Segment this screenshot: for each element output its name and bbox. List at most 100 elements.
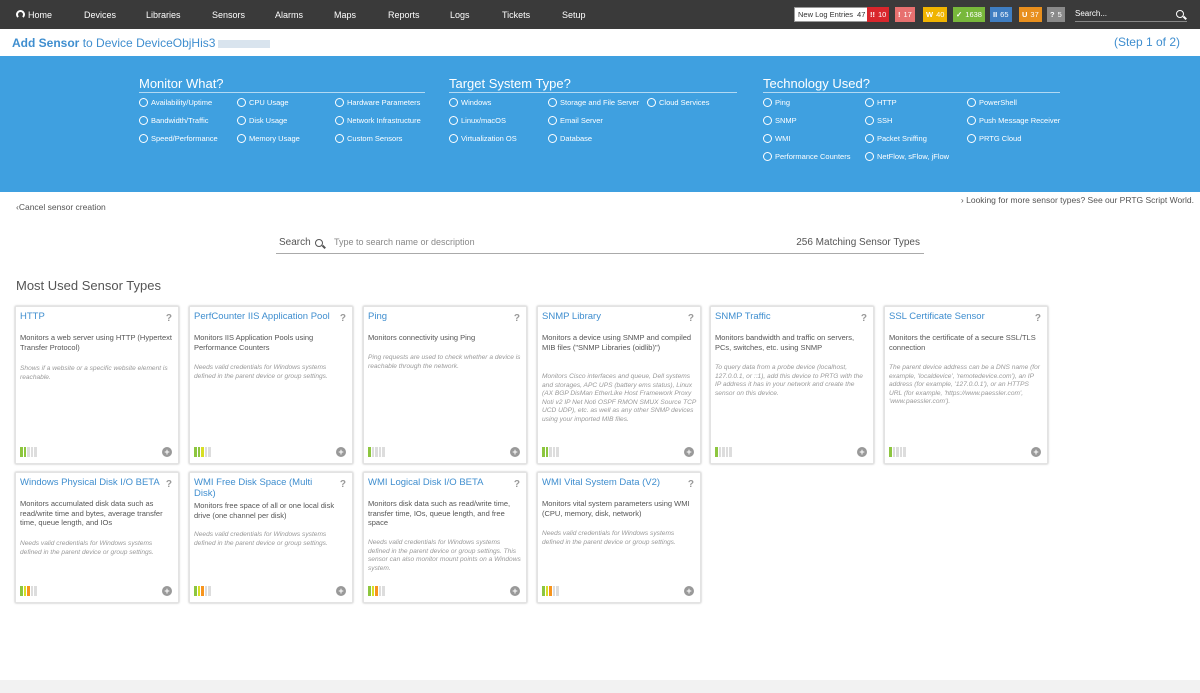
add-sensor-icon[interactable]: + (510, 586, 520, 596)
radio-icon (967, 98, 976, 107)
filter-http[interactable]: HTTP (865, 98, 897, 107)
option-label: Storage and File Server (560, 98, 640, 107)
filter-hardware[interactable]: Hardware Parameters (335, 98, 420, 107)
radio-icon (237, 134, 246, 143)
filter-powershell[interactable]: PowerShell (967, 98, 1017, 107)
search-icon[interactable] (314, 238, 323, 247)
help-icon[interactable]: ? (166, 313, 172, 324)
nav-tickets[interactable]: Tickets (502, 0, 530, 29)
impact-bar-icon (20, 586, 23, 596)
help-icon[interactable]: ? (688, 313, 694, 324)
filter-bandwidth[interactable]: Bandwidth/Traffic (139, 116, 209, 125)
nav-reports[interactable]: Reports (388, 0, 420, 29)
sensor-card-http[interactable]: HTTP ? Monitors a web server using HTTP … (15, 306, 179, 464)
add-sensor-icon[interactable]: + (336, 586, 346, 596)
add-sensor-icon[interactable]: + (510, 447, 520, 457)
option-label: SSH (877, 116, 893, 125)
impact-bar-icon (378, 447, 381, 457)
badge-warning[interactable]: W 40 (923, 7, 948, 22)
filter-wmi[interactable]: WMI (763, 134, 790, 143)
impact-bar-icon (23, 586, 26, 596)
filter-availability[interactable]: Availability/Uptime (139, 98, 212, 107)
prtg-script-world-link[interactable]: › Looking for more sensor types? See our… (961, 195, 1194, 205)
help-icon[interactable]: ? (861, 313, 867, 324)
cancel-sensor-creation-link[interactable]: ‹Cancel sensor creation (16, 202, 106, 212)
sensor-card-wmi-vital-system[interactable]: WMI Vital System Data (V2) ? Monitors vi… (537, 472, 701, 603)
filter-virtualization[interactable]: Virtualization OS (449, 134, 517, 143)
filter-storage[interactable]: Storage and File Server (548, 98, 639, 107)
nav-sensors[interactable]: Sensors (212, 0, 245, 29)
filter-disk[interactable]: Disk Usage (237, 116, 287, 125)
help-icon[interactable]: ? (340, 479, 346, 490)
badge-unusual[interactable]: U 37 (1019, 7, 1042, 22)
nav-devices[interactable]: Devices (84, 0, 116, 29)
badge-down-partial[interactable]: ! 17 (895, 7, 915, 22)
card-note: To query data from a probe device (local… (715, 364, 863, 397)
badge-down[interactable]: !! 10 (867, 7, 890, 22)
sensor-card-windows-physical-disk[interactable]: Windows Physical Disk I/O BETA ? Monitor… (15, 472, 179, 603)
badge-paused[interactable]: II 65 (990, 7, 1012, 22)
filter-cloud-services[interactable]: Cloud Services (647, 98, 709, 107)
help-icon[interactable]: ? (340, 313, 346, 324)
performance-impact-bars (20, 447, 38, 457)
radio-icon (449, 98, 458, 107)
impact-bar-icon (556, 586, 559, 596)
help-icon[interactable]: ? (514, 479, 520, 490)
nav-setup[interactable]: Setup (562, 0, 586, 29)
filter-ssh[interactable]: SSH (865, 116, 892, 125)
help-icon[interactable]: ? (1035, 313, 1041, 324)
global-search[interactable]: Search... (1075, 6, 1187, 22)
sensor-card-wmi-logical-disk[interactable]: WMI Logical Disk I/O BETA ? Monitors dis… (363, 472, 527, 603)
help-icon[interactable]: ? (514, 313, 520, 324)
badge-up[interactable]: ✓ 1638 (953, 7, 985, 22)
filter-push-message[interactable]: Push Message Receiver (967, 116, 1060, 125)
add-sensor-icon[interactable]: + (336, 447, 346, 457)
filter-custom[interactable]: Custom Sensors (335, 134, 402, 143)
card-note: Needs valid credentials for Windows syst… (368, 539, 521, 572)
badge-count: 10 (878, 10, 887, 19)
option-label: Windows (461, 98, 492, 107)
nav-libraries[interactable]: Libraries (146, 0, 181, 29)
sensor-card-ping[interactable]: Ping ? Monitors connectivity using Ping … (363, 306, 527, 464)
badge-unknown[interactable]: ? 5 (1047, 7, 1065, 22)
add-sensor-icon[interactable]: + (857, 447, 867, 457)
nav-maps[interactable]: Maps (334, 0, 356, 29)
nav-alarms[interactable]: Alarms (275, 0, 303, 29)
add-sensor-icon[interactable]: + (1031, 447, 1041, 457)
add-sensor-icon[interactable]: + (162, 586, 172, 596)
filter-ping[interactable]: Ping (763, 98, 790, 107)
nav-logs[interactable]: Logs (450, 0, 470, 29)
add-sensor-icon[interactable]: + (162, 447, 172, 457)
nav-home[interactable]: Home (16, 0, 52, 29)
sensor-search-input[interactable] (334, 234, 764, 250)
filter-email[interactable]: Email Server (548, 116, 603, 125)
sensor-card-snmp-library[interactable]: SNMP Library ? Monitors a device using S… (537, 306, 701, 464)
add-sensor-icon[interactable]: + (684, 586, 694, 596)
help-icon[interactable]: ? (166, 479, 172, 490)
filter-speed[interactable]: Speed/Performance (139, 134, 218, 143)
sensor-card-wmi-free-disk[interactable]: WMI Free Disk Space (Multi Disk) ? Monit… (189, 472, 353, 603)
filter-cpu[interactable]: CPU Usage (237, 98, 289, 107)
filter-perf-counters[interactable]: Performance Counters (763, 152, 850, 161)
filter-database[interactable]: Database (548, 134, 592, 143)
add-sensor-icon[interactable]: + (684, 447, 694, 457)
sensor-card-perfcounter-iis[interactable]: PerfCounter IIS Application Pool ? Monit… (189, 306, 353, 464)
global-search-input[interactable]: Search... (1075, 9, 1107, 18)
filter-prtg-cloud[interactable]: PRTG Cloud (967, 134, 1021, 143)
performance-impact-bars (368, 586, 386, 596)
filter-network-infra[interactable]: Network Infrastructure (335, 116, 421, 125)
add-sensor-title: Add Sensor (12, 36, 80, 50)
option-label: Ping (775, 98, 791, 107)
filter-windows[interactable]: Windows (449, 98, 491, 107)
filter-netflow[interactable]: NetFlow, sFlow, jFlow (865, 152, 949, 161)
help-icon[interactable]: ? (688, 479, 694, 490)
filter-packet-sniffing[interactable]: Packet Sniffing (865, 134, 927, 143)
sensor-card-snmp-traffic[interactable]: SNMP Traffic ? Monitors bandwidth and tr… (710, 306, 874, 464)
filter-snmp[interactable]: SNMP (763, 116, 797, 125)
filter-memory[interactable]: Memory Usage (237, 134, 300, 143)
new-log-entries-button[interactable]: New Log Entries 47 (794, 7, 870, 22)
filter-linux[interactable]: Linux/macOS (449, 116, 506, 125)
search-icon[interactable] (1176, 9, 1184, 18)
sensor-card-ssl-certificate[interactable]: SSL Certificate Sensor ? Monitors the ce… (884, 306, 1048, 464)
card-description: Monitors free space of all or one local … (194, 501, 335, 520)
